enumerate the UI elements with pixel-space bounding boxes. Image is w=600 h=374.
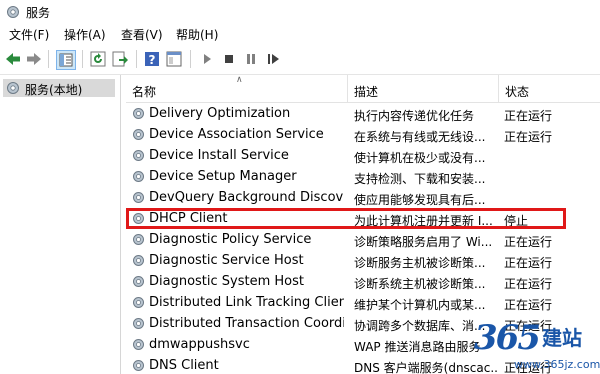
service-name: dmwappushsvc (149, 337, 250, 352)
service-row[interactable]: Device Setup Manager 支持检测、下载和安装... (126, 166, 600, 187)
service-name: Diagnostic Service Host (149, 253, 304, 268)
service-row[interactable]: Distributed Link Tracking Client 维护某个计算机内… (126, 292, 600, 313)
menu-file[interactable]: 文件(F) (8, 26, 50, 43)
service-row[interactable]: Diagnostic System Host 诊断系统主机被诊断策... 正在运行 (126, 271, 600, 292)
site-watermark: 365 建站 www.365jz.com (474, 318, 600, 374)
service-status: 正在运行 (504, 277, 553, 291)
service-description: 支持检测、下载和安装... (354, 172, 486, 186)
menu-bar: 文件(F) 操作(A) 查看(V) 帮助(H) (0, 24, 600, 44)
services-gear-icon (7, 82, 19, 94)
watermark-url: www.365jz.com (514, 358, 600, 371)
service-status: 正在运行 (504, 235, 553, 249)
service-gear-icon (133, 297, 144, 308)
title-bar: 服务 (0, 0, 600, 24)
service-gear-icon (133, 150, 144, 161)
service-name: Diagnostic System Host (149, 274, 305, 289)
toolbar-separator (82, 50, 83, 68)
start-icon[interactable] (198, 50, 216, 68)
service-name: Device Association Service (149, 127, 324, 142)
service-row[interactable]: Device Install Service 使计算机在极少或没有... (126, 145, 600, 166)
service-description: 为此计算机注册并更新 I... (354, 214, 493, 228)
menu-help[interactable]: 帮助(H) (175, 26, 219, 43)
service-gear-icon (133, 234, 144, 245)
service-status: 正在运行 (504, 298, 553, 312)
service-name: Distributed Link Tracking Client (149, 295, 344, 310)
service-gear-icon (133, 255, 144, 266)
watermark-text: 建站 (542, 326, 582, 350)
service-gear-icon (133, 192, 144, 203)
service-name: Device Setup Manager (149, 169, 297, 184)
service-row[interactable]: DHCP Client 为此计算机注册并更新 I... 停止 (126, 208, 600, 229)
service-description: 使应用能够发现具有后... (354, 193, 486, 207)
service-status: 停止 (504, 214, 529, 228)
column-header-status-label: 状态 (505, 85, 530, 99)
toolbar: ? (0, 44, 600, 75)
refresh-icon[interactable] (89, 50, 107, 68)
service-status: 正在运行 (504, 130, 553, 144)
column-header-status[interactable]: 状态 (499, 75, 599, 102)
forward-icon[interactable] (25, 50, 43, 68)
service-description: 使计算机在极少或没有... (354, 151, 486, 165)
properties-icon[interactable] (165, 50, 183, 68)
toolbar-separator (48, 50, 49, 68)
service-name: Device Install Service (149, 148, 289, 163)
service-row[interactable]: Diagnostic Service Host 诊断服务主机被诊断策... 正在运行 (126, 250, 600, 271)
help-icon[interactable]: ? (143, 50, 161, 68)
service-description: 诊断系统主机被诊断策... (354, 277, 486, 291)
service-gear-icon (133, 318, 144, 329)
export-icon[interactable] (111, 50, 129, 68)
stop-icon[interactable] (220, 50, 238, 68)
column-header-name[interactable]: ∧ 名称 (126, 75, 348, 102)
pause-icon[interactable] (242, 50, 260, 68)
service-gear-icon (133, 213, 144, 224)
column-header-desc[interactable]: 描述 (348, 75, 499, 102)
service-gear-icon (133, 129, 144, 140)
service-description: 执行内容传递优化任务 (354, 109, 475, 123)
tree-item-services-local[interactable]: 服务(本地) (3, 79, 115, 97)
service-description: 诊断策略服务启用了 Wi... (354, 235, 493, 249)
service-name: Distributed Transaction Coordin... (149, 316, 344, 331)
window-title: 服务 (26, 6, 51, 20)
service-description: 维护某个计算机内或某... (354, 298, 486, 312)
menu-view[interactable]: 查看(V) (120, 26, 164, 43)
service-status: 正在运行 (504, 256, 553, 270)
svg-text:?: ? (149, 53, 156, 67)
service-row[interactable]: Device Association Service 在系统与有线或无线设... 正… (126, 124, 600, 145)
toolbar-separator (190, 50, 191, 68)
watermark-number: 365 (474, 318, 541, 358)
service-gear-icon (133, 360, 144, 371)
service-gear-icon (133, 276, 144, 287)
console-tree-icon[interactable] (56, 50, 76, 70)
service-name: DNS Client (149, 358, 219, 373)
service-row[interactable]: Diagnostic Policy Service 诊断策略服务启用了 Wi...… (126, 229, 600, 250)
service-row[interactable]: DevQuery Background Discover... 使应用能够发现具有… (126, 187, 600, 208)
service-name: DHCP Client (149, 211, 228, 226)
service-name: Diagnostic Policy Service (149, 232, 312, 247)
restart-icon[interactable] (264, 50, 282, 68)
service-name: Delivery Optimization (149, 106, 291, 121)
service-description: 在系统与有线或无线设... (354, 130, 486, 144)
menu-action[interactable]: 操作(A) (63, 26, 107, 43)
column-header-desc-label: 描述 (354, 85, 379, 99)
service-name: DevQuery Background Discover... (149, 190, 344, 205)
service-description: 诊断服务主机被诊断策... (354, 256, 486, 270)
service-gear-icon (133, 339, 144, 350)
service-gear-icon (133, 108, 144, 119)
services-gear-icon (7, 6, 19, 18)
toolbar-separator (136, 50, 137, 68)
column-header-name-label: 名称 (132, 85, 157, 99)
service-gear-icon (133, 171, 144, 182)
service-row[interactable]: Delivery Optimization 执行内容传递优化任务 正在运行 (126, 103, 600, 124)
column-header-row: ∧ 名称 描述 状态 (126, 75, 600, 103)
tree-item-label: 服务(本地) (25, 83, 83, 97)
service-status: 正在运行 (504, 109, 553, 123)
sort-ascending-icon: ∧ (236, 75, 243, 85)
back-icon[interactable] (4, 50, 22, 68)
console-tree: 服务(本地) (0, 75, 121, 374)
